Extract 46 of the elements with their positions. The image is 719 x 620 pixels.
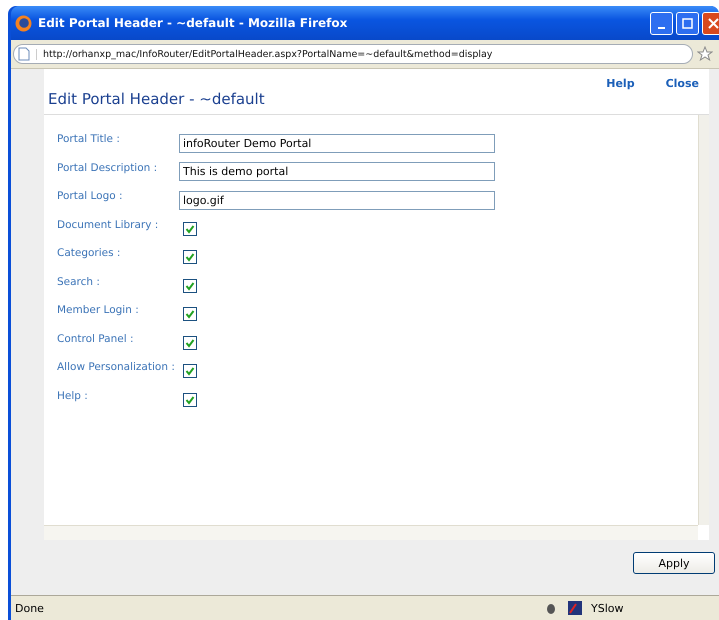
status-text: Done (15, 602, 45, 614)
checkbox[interactable] (183, 336, 197, 350)
checkbox[interactable] (183, 222, 197, 236)
window-title: Edit Portal Header - ~default - Mozilla Firefox (38, 16, 348, 30)
maximize-icon (682, 18, 693, 28)
checkbox[interactable] (183, 392, 197, 407)
address-field[interactable]: http://orhanxp_mac/InfoRouter/EditPortalHeader.aspx?PortalName=~default&method=display (13, 44, 693, 64)
star-icon[interactable] (697, 46, 713, 62)
field-label: Help : (57, 390, 89, 402)
close-button[interactable] (702, 12, 719, 34)
check-icon (185, 309, 195, 320)
minimize-icon (658, 27, 665, 29)
yslow-label[interactable]: YSlow (591, 602, 624, 614)
header-link[interactable]: Help (606, 77, 635, 90)
field-label: Allow Personalization : (57, 361, 176, 373)
check-icon (185, 366, 195, 376)
check-icon (185, 224, 195, 234)
minimize-button[interactable] (650, 12, 673, 34)
checkbox[interactable] (183, 250, 197, 264)
field-label: Portal Description : (57, 162, 158, 174)
field-label: Categories : (57, 247, 122, 259)
field-label: Control Panel : (57, 332, 134, 344)
text-field[interactable]: logo.gif (179, 190, 495, 210)
field-label: Search : (57, 276, 101, 288)
field-label: Portal Logo : (57, 190, 124, 202)
check-icon (185, 394, 195, 405)
checkbox[interactable] (183, 278, 197, 293)
vertical-scrollbar[interactable] (698, 115, 709, 525)
maximize-button[interactable] (676, 12, 699, 34)
check-icon (185, 252, 195, 262)
check-icon (185, 338, 195, 348)
horizontal-scrollbar[interactable] (44, 525, 698, 540)
browser-logo-icon (15, 14, 32, 32)
page-title: Edit Portal Header - ~default (48, 90, 266, 108)
field-label: Portal Title : (57, 133, 121, 145)
close-icon (708, 18, 719, 28)
text-field[interactable]: infoRouter Demo Portal (179, 134, 495, 153)
field-label: Member Login : (57, 304, 140, 316)
checkbox[interactable] (183, 307, 197, 322)
page-icon (18, 47, 30, 61)
header-link[interactable]: Close (666, 77, 699, 90)
apply-button[interactable]: Apply (633, 552, 715, 574)
check-icon (185, 280, 195, 291)
checkbox[interactable] (183, 364, 197, 378)
field-label: Document Library : (57, 218, 160, 230)
text-field[interactable]: This is demo portal (179, 162, 495, 182)
